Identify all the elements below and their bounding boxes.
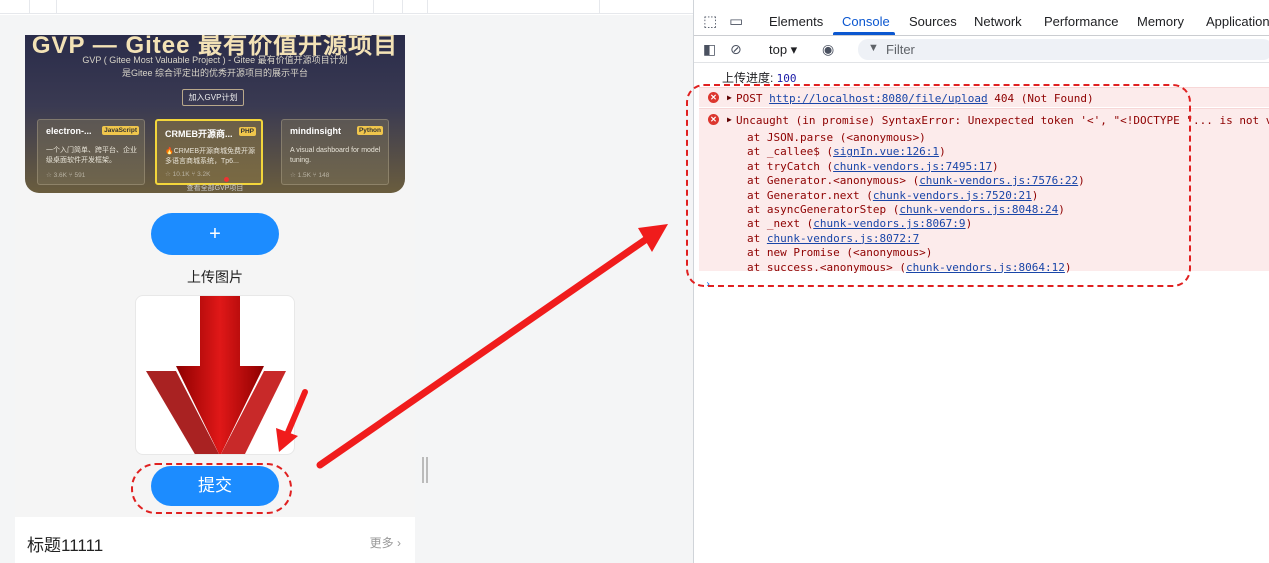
arrow-line [283, 389, 308, 440]
arrow-line [316, 234, 652, 469]
annotation-arrows [276, 224, 668, 469]
screenshot-root: { "preview": { "banner": { "title": "GVP… [0, 0, 1269, 563]
